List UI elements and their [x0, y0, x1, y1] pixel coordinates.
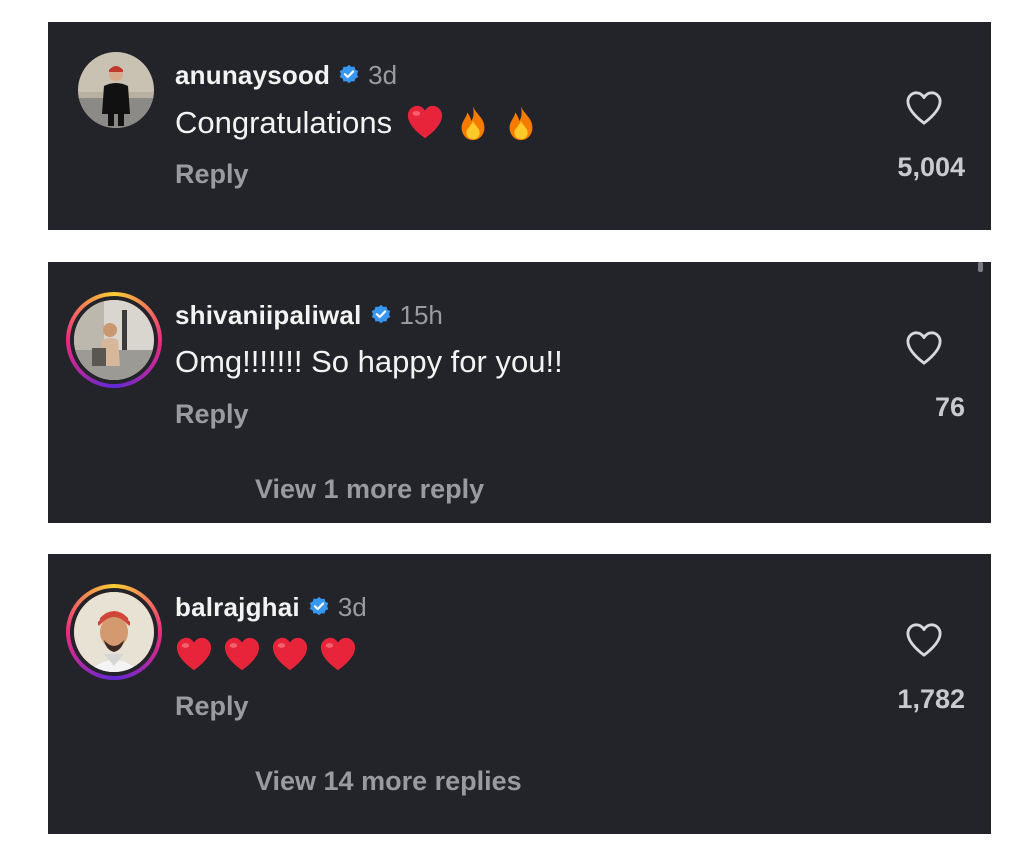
red-heart-emoji: [224, 637, 260, 671]
timestamp: 15h: [399, 299, 443, 330]
timestamp: 3d: [368, 59, 398, 90]
username[interactable]: shivaniipaliwal: [175, 300, 362, 331]
heart-outline-icon[interactable]: [905, 90, 943, 126]
verified-badge-icon: [309, 596, 328, 616]
reply-button[interactable]: Reply: [175, 399, 249, 430]
avatar[interactable]: [66, 292, 162, 388]
like-count: 5,004: [897, 152, 965, 182]
reply-button[interactable]: Reply: [175, 691, 249, 722]
comment-body: Omg!!!!!!! So happy for you!!: [175, 344, 563, 379]
fire-emoji: [461, 105, 485, 141]
comment-text: Omg!!!!!!! So happy for you!!: [175, 344, 563, 380]
username[interactable]: balrajghai: [175, 592, 300, 623]
red-heart-emoji: [272, 637, 308, 671]
comment-card: balrajghai 3d Reply 1,782 View 14 more r…: [48, 554, 991, 834]
view-more-replies-button[interactable]: View 14 more replies: [255, 766, 522, 797]
like-count: 1,782: [897, 684, 965, 714]
heart-outline-icon[interactable]: [905, 622, 943, 658]
avatar[interactable]: [78, 52, 154, 128]
red-heart-emoji: [320, 637, 356, 671]
timestamp: 3d: [337, 591, 367, 622]
heart-outline-icon[interactable]: [905, 330, 943, 366]
like-count: 76: [934, 392, 965, 422]
avatar[interactable]: [66, 584, 162, 680]
comment-text: [175, 636, 357, 674]
comment-card: shivaniipaliwal 15h Omg!!!!!!! So happy …: [48, 262, 991, 523]
comment-text: Congratulations: [175, 104, 540, 142]
scrollbar[interactable]: [978, 262, 983, 272]
verified-badge-icon: [339, 64, 359, 84]
reply-button[interactable]: Reply: [175, 159, 249, 190]
view-more-replies-button[interactable]: View 1 more reply: [255, 474, 484, 505]
fire-emoji: [509, 105, 533, 141]
username[interactable]: anunaysood: [175, 60, 330, 91]
comment-card: anunaysood 3d Congratulations Reply 5,00…: [48, 22, 991, 230]
red-heart-emoji: [408, 105, 443, 139]
user-avatar-photo: [74, 300, 154, 380]
user-avatar-photo: [78, 52, 154, 128]
comment-body: Congratulations: [175, 105, 393, 140]
user-avatar-photo: [74, 592, 154, 672]
verified-badge-icon: [371, 304, 390, 324]
red-heart-emoji: [176, 637, 212, 671]
